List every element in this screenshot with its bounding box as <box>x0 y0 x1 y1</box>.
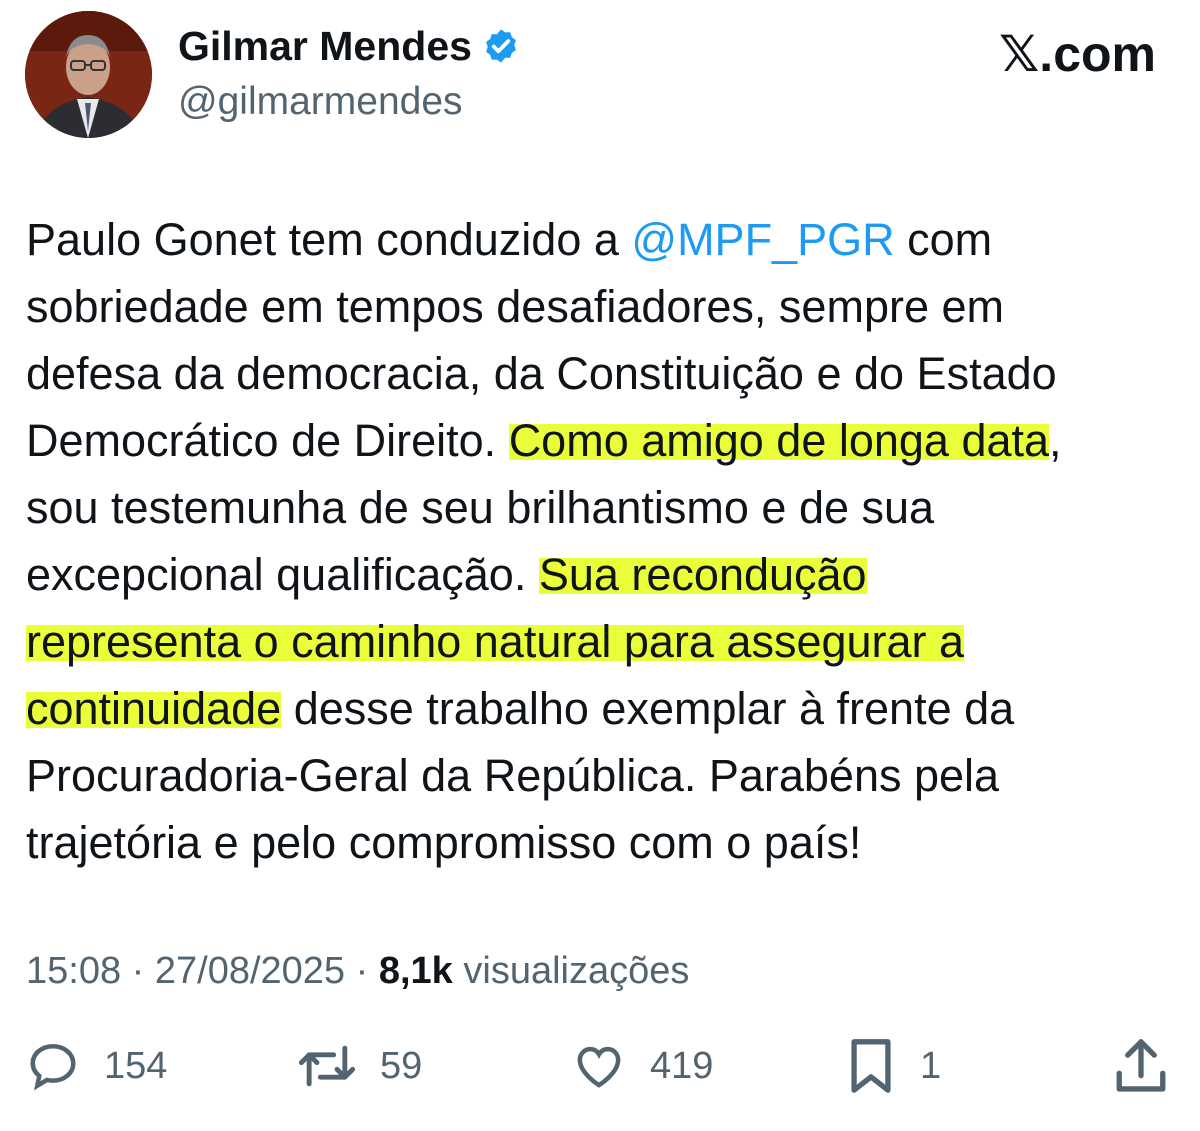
bookmark-button[interactable]: 1 <box>846 1034 941 1098</box>
tweet-metadata: 15:08 · 27/08/2025 · 8,1k visualizações <box>26 950 690 992</box>
tweet-line: Procuradoria-Geral da República. Parabén… <box>26 750 1000 801</box>
tweet-line: excepcional qualificação. Sua recondução <box>26 549 867 600</box>
author-name-row: Gilmar Mendes <box>178 20 520 72</box>
bookmark-count: 1 <box>920 1044 942 1087</box>
author-avatar[interactable] <box>25 11 152 138</box>
verified-badge-icon[interactable] <box>482 27 520 65</box>
reply-count: 154 <box>104 1044 168 1087</box>
highlighted-text: continuidade <box>26 683 282 734</box>
like-count: 419 <box>650 1044 714 1087</box>
x-com-logo: 𝕏 .com <box>999 22 1156 86</box>
repost-button[interactable]: 59 <box>298 1034 422 1098</box>
tweet-line: trajetória e pelo compromisso com o país… <box>26 817 862 868</box>
avatar-image <box>25 11 152 138</box>
repost-icon <box>298 1045 356 1087</box>
tweet-line: sobriedade em tempos desafiadores, sempr… <box>26 281 1005 332</box>
views-label: visualizações <box>452 950 690 992</box>
tweet-line: sou testemunha de seu brilhantismo e de … <box>26 482 935 533</box>
highlighted-text: representa o caminho natural para assegu… <box>26 616 965 667</box>
heart-icon <box>577 1046 621 1088</box>
tweet-time[interactable]: 15:08 <box>26 950 121 992</box>
highlighted-text: Como amigo de longa data <box>508 415 1050 466</box>
mention-link[interactable]: @MPF_PGR <box>631 214 894 265</box>
highlighted-text: Sua recondução <box>538 549 867 600</box>
tweet-text: Paulo Gonet tem conduzido a @MPF_PGR com… <box>26 206 1166 876</box>
tweet-line: defesa da democracia, da Constituição e … <box>26 348 1057 399</box>
share-icon <box>1116 1039 1166 1092</box>
bookmark-icon <box>851 1039 891 1093</box>
tweet-date[interactable]: 27/08/2025 <box>155 950 345 992</box>
tweet-actions-bar: 154 59 419 1 <box>26 1034 1172 1098</box>
view-count: 8,1k <box>378 950 453 992</box>
author-name[interactable]: Gilmar Mendes <box>178 20 472 72</box>
like-button[interactable]: 419 <box>572 1034 713 1098</box>
x-logo-suffix: .com <box>1039 26 1156 82</box>
tweet-line: Democrático de Direito. Como amigo de lo… <box>26 415 1062 466</box>
share-button[interactable] <box>1114 1034 1168 1098</box>
author-handle[interactable]: @gilmarmendes <box>178 76 463 128</box>
tweet-line: Paulo Gonet tem conduzido a @MPF_PGR com <box>26 214 993 265</box>
reply-button[interactable]: 154 <box>26 1034 167 1098</box>
tweet-line: representa o caminho natural para assegu… <box>26 608 1166 675</box>
reply-icon <box>30 1043 76 1091</box>
x-logo-icon: 𝕏 <box>999 25 1040 83</box>
repost-count: 59 <box>380 1044 423 1087</box>
tweet-line: continuidade desse trabalho exemplar à f… <box>26 683 1015 734</box>
